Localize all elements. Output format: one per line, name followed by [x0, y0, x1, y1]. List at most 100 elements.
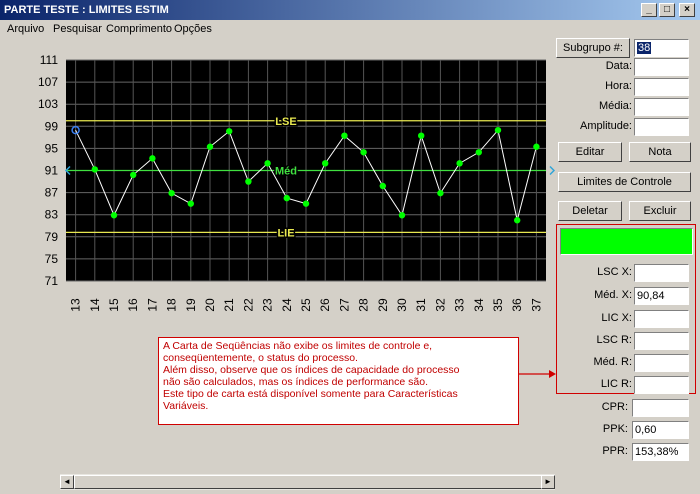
- limites-de-controle-button[interactable]: Limites de Controle: [558, 172, 691, 192]
- reference-line-label: LIE: [277, 227, 294, 239]
- data-point: [341, 132, 348, 139]
- subgrupo-field[interactable]: 38: [634, 39, 689, 57]
- data-point: [283, 194, 290, 202]
- x-tick-label: 26: [318, 298, 332, 312]
- x-tick-label: 34: [472, 298, 486, 312]
- x-tick-label: 31: [414, 298, 428, 312]
- data-point: [187, 200, 194, 207]
- data-point: [226, 128, 233, 135]
- editar-button[interactable]: Editar: [558, 142, 622, 162]
- media-field[interactable]: [634, 98, 689, 116]
- x-tick-label: 22: [241, 298, 255, 312]
- data-field[interactable]: [634, 58, 689, 76]
- y-tick-label: 71: [45, 274, 59, 288]
- y-tick-label: 87: [45, 186, 59, 200]
- lic-r-label: LIC R:: [600, 378, 632, 390]
- y-tick-label: 83: [45, 208, 59, 222]
- data-point: [302, 200, 310, 207]
- ppk-field[interactable]: 0,60: [632, 421, 689, 439]
- amplitude-field[interactable]: [634, 118, 689, 136]
- lic-x-field[interactable]: [634, 310, 689, 328]
- data-point: [206, 143, 214, 150]
- x-tick-label: 16: [126, 298, 140, 312]
- data-point: [168, 189, 175, 197]
- hora-label: Hora:: [605, 80, 632, 92]
- nota-button[interactable]: Nota: [629, 142, 691, 162]
- x-tick-label: 33: [453, 298, 467, 312]
- data-point: [91, 166, 99, 173]
- x-tick-label: 13: [69, 298, 83, 312]
- y-tick-label: 99: [45, 119, 59, 133]
- x-tick-label: 35: [491, 298, 505, 312]
- med-x-field[interactable]: 90,84: [634, 287, 689, 305]
- x-tick-label: 23: [261, 298, 275, 312]
- x-tick-label: 20: [203, 298, 217, 312]
- med-r-field[interactable]: [634, 354, 689, 372]
- excluir-button[interactable]: Excluir: [629, 201, 691, 221]
- lsc-x-field[interactable]: [634, 264, 689, 282]
- x-tick-label: 27: [337, 298, 351, 312]
- data-point: [360, 149, 367, 156]
- minimize-button[interactable]: _: [641, 3, 657, 17]
- data-point: [456, 160, 463, 167]
- annotation-note: A Carta de Seqüências não exibe os limit…: [158, 337, 519, 425]
- menu-opcoes[interactable]: Opções: [174, 23, 212, 35]
- x-tick-label: 24: [280, 298, 294, 312]
- menu-arquivo[interactable]: Arquivo: [7, 23, 44, 35]
- data-point: [110, 212, 118, 219]
- x-tick-label: 14: [88, 298, 102, 312]
- data-point: [130, 171, 137, 179]
- scroll-left-arrow[interactable]: ◄: [60, 475, 74, 489]
- data-point: [398, 212, 406, 219]
- close-button[interactable]: ×: [679, 3, 695, 17]
- media-label: Média:: [598, 100, 632, 112]
- data-point: [437, 189, 444, 197]
- lsc-x-label: LSC X:: [597, 266, 632, 278]
- x-tick-label: 28: [357, 298, 371, 312]
- y-tick-label: 95: [45, 141, 59, 155]
- x-tick-label: 15: [107, 298, 121, 312]
- x-tick-label: 21: [222, 298, 236, 312]
- data-point: [379, 182, 386, 190]
- x-tick-label: 32: [433, 298, 447, 312]
- y-tick-label: 103: [38, 97, 58, 111]
- lsc-r-field[interactable]: [634, 332, 689, 350]
- note-line: Este tipo de carta está disponível somen…: [163, 388, 458, 400]
- subgrupo-button[interactable]: Subgrupo #:: [556, 38, 630, 58]
- lic-r-field[interactable]: [634, 376, 689, 394]
- data-point: [533, 143, 540, 150]
- data-point: [418, 132, 425, 139]
- deletar-button[interactable]: Deletar: [558, 201, 622, 221]
- x-tick-label: 37: [529, 298, 543, 312]
- ppk-label: PPK:: [602, 423, 628, 435]
- y-tick-label: 111: [40, 53, 59, 67]
- x-tick-label: 25: [299, 298, 313, 312]
- med-r-label: Méd. R:: [593, 356, 632, 368]
- scroll-right-arrow[interactable]: ►: [541, 475, 555, 489]
- y-tick-label: 75: [45, 252, 59, 266]
- ppr-field[interactable]: 153,38%: [632, 443, 689, 461]
- horizontal-scrollbar[interactable]: ◄ ►: [60, 474, 555, 490]
- amplitude-label: Amplitude:: [580, 120, 632, 132]
- cpr-field[interactable]: [632, 399, 689, 417]
- right-marker-icon: [549, 165, 556, 176]
- y-tick-label: 91: [45, 164, 59, 178]
- menu-pesquisar[interactable]: Pesquisar: [53, 23, 102, 35]
- note-line: Além disso, observe que os índices de ca…: [163, 364, 460, 376]
- scroll-thumb[interactable]: [74, 475, 544, 489]
- note-line: A Carta de Seqüências não exibe os limit…: [163, 340, 433, 352]
- maximize-button[interactable]: □: [659, 3, 675, 17]
- data-label: Data:: [605, 60, 632, 72]
- x-tick-label: 36: [510, 298, 524, 312]
- data-point: [494, 126, 502, 134]
- reference-line-label: Méd: [275, 166, 297, 178]
- data-point: [514, 217, 521, 224]
- hora-field[interactable]: [634, 78, 689, 96]
- data-point: [149, 155, 156, 162]
- note-line: não são calculados, mas os índices de pe…: [163, 376, 428, 388]
- process-status-indicator: [560, 228, 693, 255]
- subgrupo-value: 38: [637, 42, 652, 54]
- menu-comprimento[interactable]: Comprimento: [106, 23, 172, 35]
- x-tick-label: 30: [395, 298, 409, 312]
- data-point: [264, 160, 271, 167]
